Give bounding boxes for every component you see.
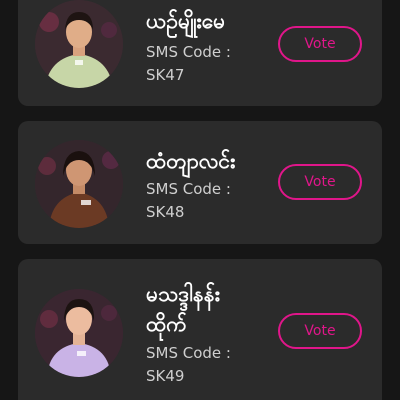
vote-button[interactable]: Vote — [278, 313, 362, 349]
sms-code-label: SMS Code : — [146, 180, 231, 198]
contestant-card: ယဉ်မျိုးမေ SMS Code : SK47 Vote — [18, 0, 382, 106]
contestant-name: ယဉ်မျိုးမေ — [146, 9, 226, 33]
contestant-name: ထံတျာလင်း — [146, 149, 236, 173]
contestant-list: ယဉ်မျိုးမေ SMS Code : SK47 Vote ထံတျာလင်… — [0, 0, 400, 400]
sms-code-value: SK48 — [146, 203, 185, 221]
sms-code-label: SMS Code : — [146, 344, 231, 362]
sms-code-value: SK49 — [146, 367, 185, 385]
contestant-card: ထံတျာလင်း SMS Code : SK48 Vote — [18, 121, 382, 244]
contestant-photo — [35, 289, 123, 377]
vote-button[interactable]: Vote — [278, 26, 362, 62]
vote-button[interactable]: Vote — [278, 164, 362, 200]
contestant-photo — [35, 140, 123, 228]
contestant-card: မသဒ္ဒါနန်း ထိုက် SMS Code : SK49 Vote — [18, 259, 382, 400]
sms-code-value: SK47 — [146, 66, 185, 84]
contestant-photo — [35, 0, 123, 88]
contestant-name: မသဒ္ဒါနန်း ထိုက် — [146, 282, 220, 336]
sms-code-label: SMS Code : — [146, 43, 231, 61]
